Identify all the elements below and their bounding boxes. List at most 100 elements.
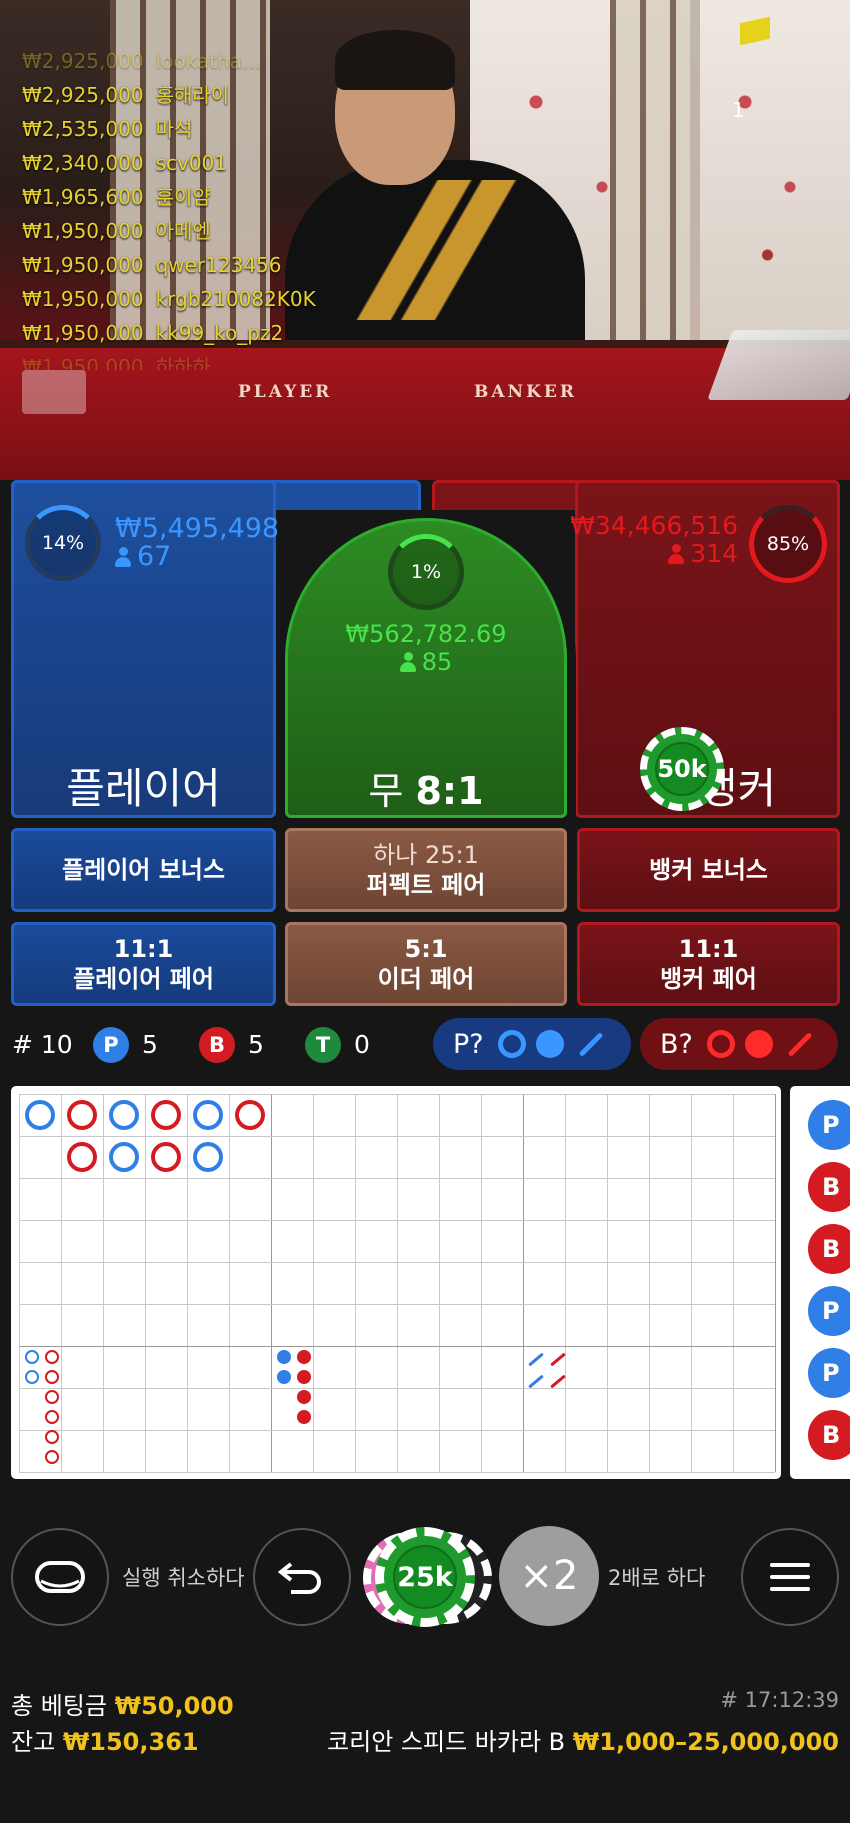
winner-row: ₩2,925,000 홍해라이 <box>22 78 316 112</box>
winner-name: 훈이얌 <box>155 185 211 209</box>
dealer-hair <box>335 30 455 90</box>
player-bet-label: 플레이어 <box>66 764 221 813</box>
grid-line <box>733 1094 734 1472</box>
banker-pair-button[interactable]: 11:1 뱅커 페어 <box>577 922 840 1006</box>
player-pair-label: 플레이어 페어 <box>73 965 214 993</box>
banker-total-amount: ₩34,466,516 <box>570 511 738 540</box>
grid-line <box>439 1094 440 1472</box>
chip-selector[interactable]: 25k <box>375 1527 475 1627</box>
player-pair-odds: 11:1 <box>113 935 174 963</box>
player-bet-stats: ₩5,495,498 67 <box>115 515 279 571</box>
footer: 총 베팅금 ₩50,000 잔고 ₩150,361 # 17:12:39 코리안… <box>0 1686 850 1796</box>
tie-total-amount: ₩562,782.69 <box>345 620 507 648</box>
winner-row: ₩1,950,000 하하하 <box>22 350 316 370</box>
grid-line <box>691 1094 692 1472</box>
table-view-button[interactable] <box>11 1528 109 1626</box>
either-pair-button[interactable]: 5:1 이더 페어 <box>285 922 567 1006</box>
menu-icon <box>770 1563 810 1591</box>
winner-name: kk99_ko_pz2 <box>155 321 284 345</box>
banker-predict-button[interactable]: B? <box>640 1018 838 1070</box>
grid-line <box>271 1094 272 1472</box>
banker-mark <box>297 1410 311 1424</box>
tie-odds: 8:1 <box>415 769 484 813</box>
grid-line <box>19 1262 775 1263</box>
grid-line <box>313 1094 314 1472</box>
roadmap[interactable] <box>11 1086 781 1479</box>
total-bet-label: 총 베팅금 <box>11 1692 107 1720</box>
player-mark <box>25 1370 39 1384</box>
winner-amount: ₩1,965,600 <box>22 185 144 209</box>
felt-banker-label: BANKER <box>474 382 577 402</box>
banker-result-pill: B <box>808 1410 850 1460</box>
winner-amount: ₩1,950,000 <box>22 355 144 370</box>
player-total-amount: ₩5,495,498 <box>115 513 280 544</box>
banker-mark <box>550 1352 566 1367</box>
grid-line <box>19 1136 775 1137</box>
winners-list: ₩2,925,000 lookatha... ₩2,925,000 홍해라이 ₩2,… <box>22 44 316 370</box>
perfect-pair-label: 퍼펙트 페어 <box>366 871 486 899</box>
perfect-pair-button[interactable]: 하나 25:1 퍼펙트 페어 <box>285 828 567 912</box>
player-predict-button[interactable]: P? <box>433 1018 631 1070</box>
winner-row: ₩2,925,000 lookatha... <box>22 44 316 78</box>
winner-amount: ₩1,950,000 <box>22 321 144 345</box>
winner-name: 홍해라이 <box>155 83 230 107</box>
slash-icon <box>578 1031 603 1057</box>
results-stats-bar: # 10 P 5 B 5 T 0 P? B? <box>0 1018 850 1074</box>
banker-bonus-button[interactable]: 뱅커 보너스 <box>577 828 840 912</box>
player-mark <box>277 1350 291 1364</box>
bead-road-side[interactable]: PBBPPB <box>790 1086 850 1479</box>
tie-bet-stats: ₩562,782.69 85 <box>290 620 562 676</box>
player-result-pill: P <box>808 1348 850 1398</box>
grid-line <box>187 1094 188 1472</box>
tie-percent-ring: 1% <box>388 534 464 610</box>
card-shoe <box>707 330 850 400</box>
person-icon <box>668 544 685 564</box>
total-bet-value: ₩50,000 <box>114 1692 234 1720</box>
double-button[interactable]: ×2 <box>499 1526 599 1626</box>
grid-line <box>19 1178 775 1179</box>
banker-mark <box>45 1370 59 1384</box>
tie-bettor-count: 85 <box>421 648 453 676</box>
placed-chip[interactable]: 50k <box>640 727 724 811</box>
grid-line <box>19 1430 775 1431</box>
grid-line <box>355 1094 356 1472</box>
winner-row: ₩1,950,000 kk99_ko_pz2 <box>22 316 316 350</box>
grid-line <box>19 1304 775 1305</box>
winner-amount: ₩2,340,000 <box>22 151 144 175</box>
grid-line <box>19 1388 775 1389</box>
grid-line <box>397 1094 398 1472</box>
grid-line <box>19 1220 775 1221</box>
winner-row: ₩1,950,000 krgb210082K0K <box>22 282 316 316</box>
winner-amount: ₩2,925,000 <box>22 83 144 107</box>
banker-pair-label: 뱅커 페어 <box>660 965 757 993</box>
grid-line <box>19 1346 775 1347</box>
banker-mark <box>45 1450 59 1464</box>
banker-mark <box>45 1430 59 1444</box>
tie-label: 무 <box>368 769 404 813</box>
tie-bet-label: 무 8:1 <box>285 760 567 815</box>
player-bonus-button[interactable]: 플레이어 보너스 <box>11 828 276 912</box>
winner-amount: ₩2,925,000 <box>22 49 144 73</box>
player-pair-button[interactable]: 11:1 플레이어 페어 <box>11 922 276 1006</box>
undo-button[interactable] <box>253 1528 351 1626</box>
undo-icon <box>277 1562 321 1594</box>
winner-row: ₩1,965,600 훈이얌 <box>22 180 316 214</box>
winner-row: ₩1,950,000 아메엔 <box>22 214 316 248</box>
player-bead <box>109 1142 139 1172</box>
menu-button[interactable] <box>741 1528 839 1626</box>
banker-mark <box>45 1390 59 1404</box>
grid-line <box>523 1094 524 1472</box>
grid-line <box>565 1094 566 1472</box>
player-win-badge: P <box>93 1027 129 1063</box>
player-bead <box>109 1100 139 1130</box>
banker-result-pill: B <box>808 1162 850 1212</box>
undo-label: 실행 취소하다 <box>122 1566 245 1590</box>
player-percent-ring: 14% <box>25 505 101 581</box>
player-mark <box>528 1352 544 1367</box>
player-bead <box>25 1100 55 1130</box>
banker-mark <box>297 1350 311 1364</box>
round-time: # 17:12:39 <box>720 1688 839 1712</box>
table-icon <box>35 1561 85 1593</box>
banker-bead <box>235 1100 265 1130</box>
banker-bead <box>151 1142 181 1172</box>
